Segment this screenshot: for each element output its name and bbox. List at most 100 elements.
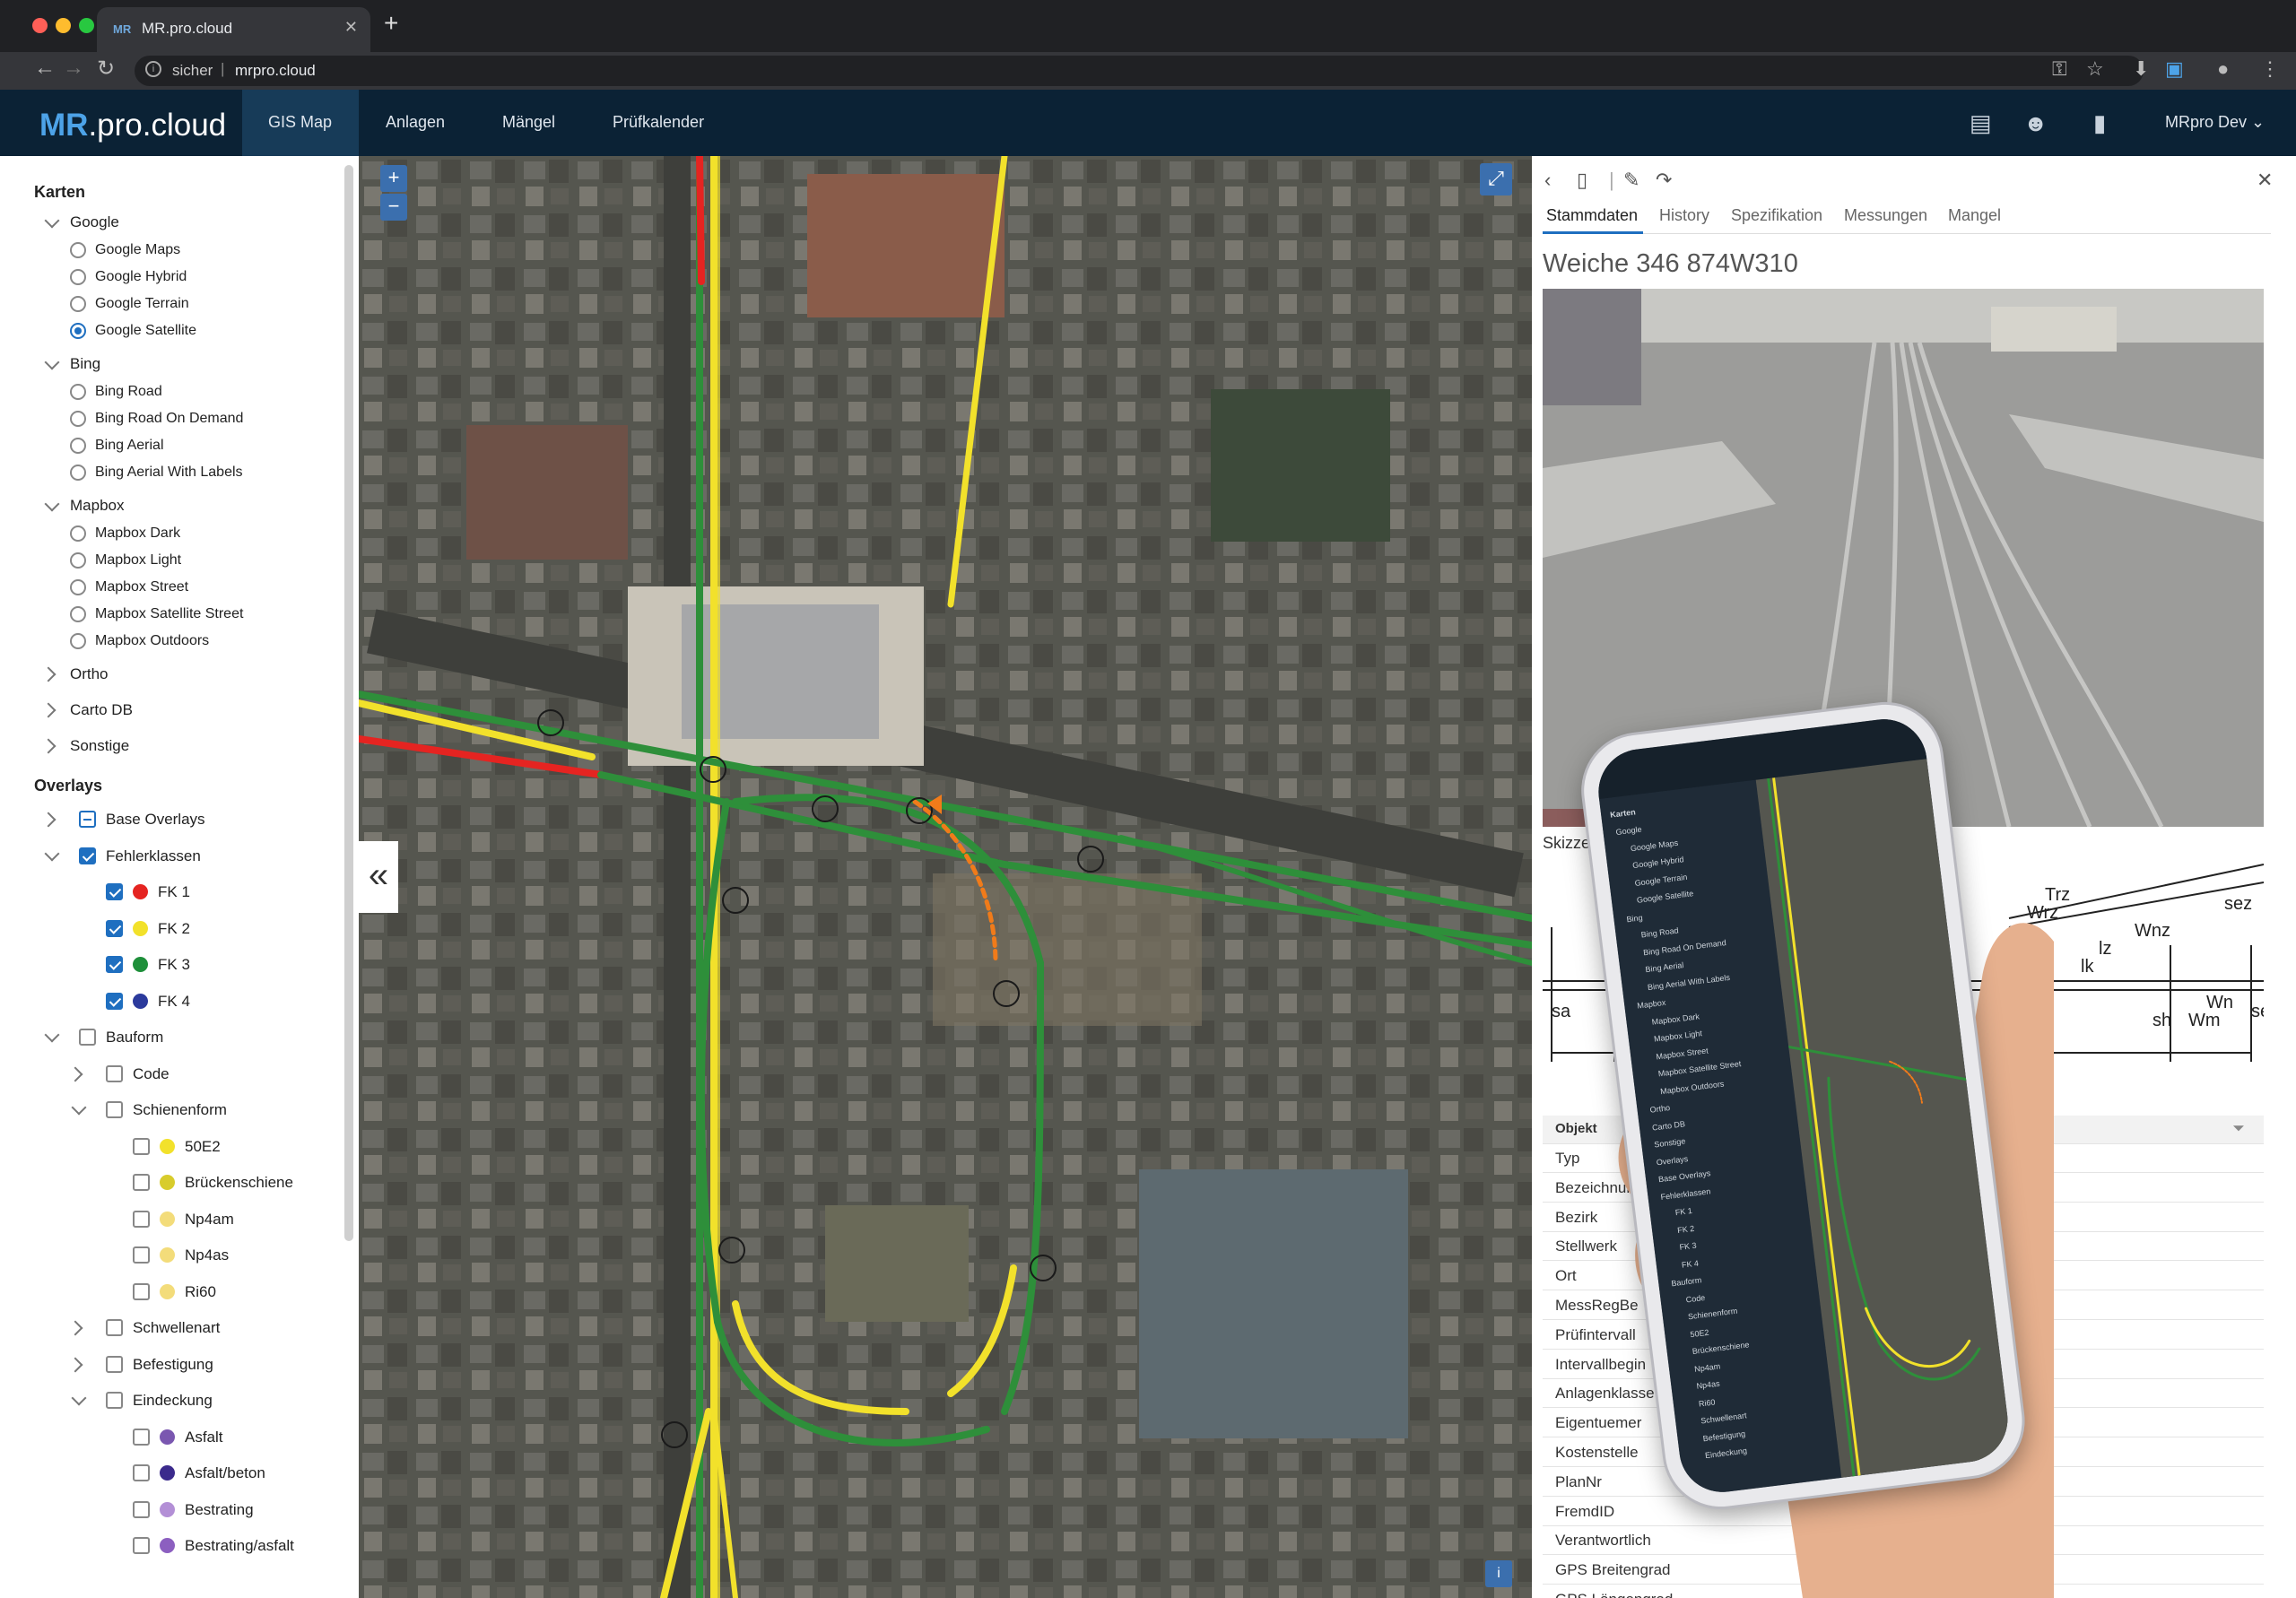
chevron-down-icon[interactable] <box>44 354 60 370</box>
tab-spezifikation[interactable]: Spezifikation <box>1731 206 1822 225</box>
checkbox-schwellenart[interactable] <box>106 1319 123 1336</box>
checkbox-schiene4[interactable] <box>133 1282 150 1300</box>
checkbox-fk2[interactable] <box>106 919 123 937</box>
chat-icon[interactable]: ▤ <box>1970 109 1992 137</box>
checkbox-eindeckung[interactable] <box>106 1392 123 1409</box>
tab-messungen[interactable]: Messungen <box>1844 206 1927 225</box>
checkbox-fk1[interactable] <box>106 883 123 900</box>
checkbox-befestigung[interactable] <box>106 1355 123 1373</box>
extension-icon[interactable]: ▣ <box>2165 57 2184 81</box>
radio-mapbox-satellite-street[interactable] <box>70 606 86 622</box>
group-collapsed[interactable]: Sonstige <box>70 737 129 755</box>
group-bing[interactable]: Bing <box>70 355 100 373</box>
radio-mapbox-street[interactable] <box>70 579 86 595</box>
close-panel-icon[interactable]: ✕ <box>2257 169 2273 192</box>
chevron-down-icon[interactable] <box>71 1390 87 1406</box>
layer-label-schiene2: Np4am <box>185 1210 234 1228</box>
chevron-down-icon[interactable] <box>44 846 60 861</box>
fullscreen-icon[interactable]: ⤢ <box>1480 163 1512 195</box>
gis-map[interactable]: + − ⤢ « i <box>359 156 1532 1598</box>
chevron-right-icon[interactable] <box>40 702 57 718</box>
radio-bing-road-on-demand[interactable] <box>70 411 86 427</box>
group-mapbox[interactable]: Mapbox <box>70 497 124 515</box>
checkbox-bauform[interactable] <box>79 1029 96 1046</box>
chevron-right-icon[interactable] <box>40 812 57 828</box>
chevron-right-icon[interactable] <box>40 738 57 754</box>
phone-layer-item: Google Terrain <box>1634 872 1688 888</box>
map-info-button[interactable]: i <box>1485 1560 1512 1587</box>
chevron-down-icon[interactable] <box>71 1099 87 1116</box>
users-icon[interactable]: ☻ <box>2023 109 2048 137</box>
checkbox-schiene3[interactable] <box>133 1246 150 1264</box>
checkbox-schiene0[interactable] <box>133 1137 150 1155</box>
radio-bing-road[interactable] <box>70 384 86 400</box>
checkbox-eindeckung3[interactable] <box>133 1537 150 1554</box>
edit-icon[interactable]: ✎ <box>1623 169 1639 192</box>
app-logo[interactable]: MR.pro.cloud <box>39 108 226 143</box>
radio-google-maps[interactable] <box>70 242 86 258</box>
group-google[interactable]: Google <box>70 213 119 231</box>
maximize-window-icon[interactable] <box>79 18 94 33</box>
checkbox-fk4[interactable] <box>106 992 123 1010</box>
checkbox-schienenform[interactable] <box>106 1101 123 1118</box>
chevron-down-icon[interactable] <box>44 1027 60 1043</box>
map-icon[interactable]: ▯ <box>1577 169 1587 192</box>
forward-icon[interactable]: → <box>63 56 84 81</box>
zoom-in-button[interactable]: + <box>380 165 407 192</box>
tab-close-icon[interactable]: ✕ <box>344 18 358 37</box>
radio-google-satellite[interactable] <box>70 323 86 339</box>
sidebar-scrollbar[interactable] <box>344 165 353 1241</box>
tab-mangel[interactable]: Mangel <box>1948 206 2001 225</box>
chevron-right-icon[interactable] <box>67 1320 83 1336</box>
chevron-down-icon[interactable] <box>44 496 60 512</box>
close-window-icon[interactable] <box>32 18 48 33</box>
minimize-window-icon[interactable] <box>56 18 71 33</box>
nav-pruefkalender[interactable]: Prüfkalender <box>613 113 704 132</box>
radio-mapbox-light[interactable] <box>70 552 86 569</box>
checkbox-eindeckung0[interactable] <box>133 1428 150 1446</box>
map-canvas[interactable] <box>359 156 1532 1598</box>
checkbox-fk3[interactable] <box>106 956 123 973</box>
collapse-sidebar-button[interactable]: « <box>359 841 398 913</box>
nav-anlagen[interactable]: Anlagen <box>386 113 445 132</box>
radio-bing-aerial-with-labels[interactable] <box>70 465 86 481</box>
nav-gis-map[interactable]: GIS Map <box>268 113 332 132</box>
zoom-out-button[interactable]: − <box>380 194 407 221</box>
reload-icon[interactable]: ↻ <box>97 56 115 82</box>
download-icon[interactable]: ⬇ <box>2133 57 2149 81</box>
checkbox-eindeckung1[interactable] <box>133 1464 150 1481</box>
group-collapsed[interactable]: Ortho <box>70 665 109 683</box>
checkbox-schiene1[interactable] <box>133 1174 150 1191</box>
new-tab-icon[interactable]: + <box>384 9 398 38</box>
checkbox-code[interactable] <box>106 1064 123 1082</box>
group-collapsed[interactable]: Carto DB <box>70 701 133 719</box>
info-icon[interactable]: i <box>145 61 161 77</box>
chevron-down-icon[interactable] <box>44 213 60 229</box>
back-icon[interactable]: ‹ <box>1544 169 1551 192</box>
chevron-right-icon[interactable] <box>40 666 57 682</box>
key-icon[interactable]: ⚿ <box>2052 57 2067 81</box>
menu-dots-icon[interactable]: ⋮ <box>2260 57 2280 81</box>
radio-mapbox-dark[interactable] <box>70 525 86 542</box>
checkbox-base-overlays[interactable] <box>79 811 96 828</box>
nav-maengel[interactable]: Mängel <box>502 113 555 132</box>
user-menu[interactable]: MRpro Dev ⌄ <box>2165 113 2265 132</box>
radio-google-hybrid[interactable] <box>70 269 86 285</box>
radio-google-terrain[interactable] <box>70 296 86 312</box>
chevron-right-icon[interactable] <box>67 1357 83 1372</box>
checkbox-eindeckung2[interactable] <box>133 1500 150 1518</box>
chevron-right-icon[interactable] <box>67 1066 83 1081</box>
checkbox-fehlerklassen[interactable] <box>79 847 96 864</box>
checkbox-schiene2[interactable] <box>133 1210 150 1228</box>
radio-bing-aerial[interactable] <box>70 438 86 454</box>
address-bar[interactable]: i sicher | mrpro.cloud <box>135 56 2144 86</box>
radio-mapbox-outdoors[interactable] <box>70 633 86 649</box>
document-icon[interactable]: ▮ <box>2093 109 2106 137</box>
redo-icon[interactable]: ↷ <box>1656 169 1672 192</box>
browser-tab[interactable]: MR MR.pro.cloud ✕ <box>97 7 370 52</box>
star-icon[interactable]: ☆ <box>2086 57 2104 81</box>
profile-icon[interactable]: ● <box>2217 57 2229 81</box>
tab-stammdaten[interactable]: Stammdaten <box>1546 206 1638 225</box>
tab-history[interactable]: History <box>1659 206 1709 225</box>
back-icon[interactable]: ← <box>34 56 56 81</box>
